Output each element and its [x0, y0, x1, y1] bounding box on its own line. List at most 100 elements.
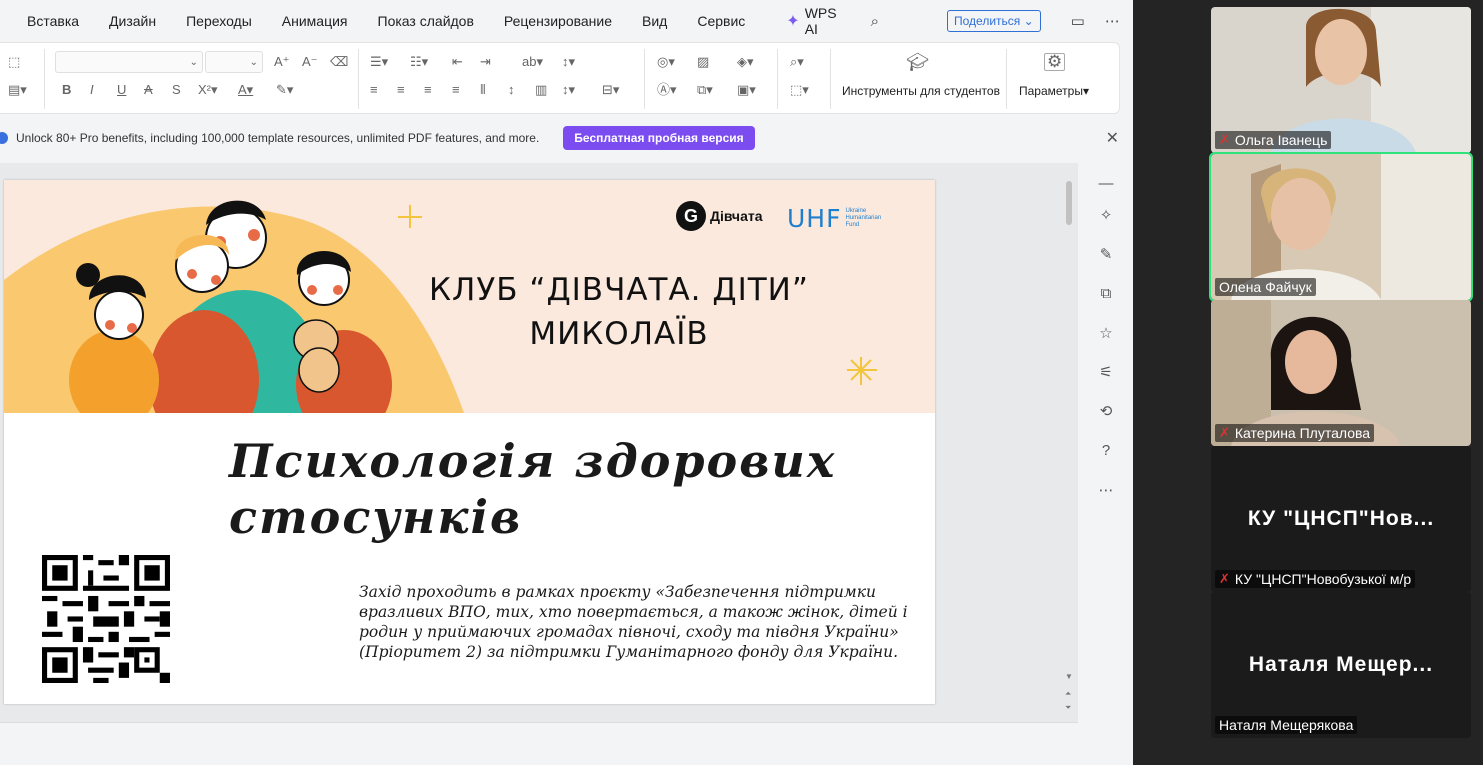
menu-view[interactable]: Вид	[627, 13, 682, 29]
font-family-dropdown[interactable]: ⌄	[55, 51, 203, 73]
help-icon[interactable]: ?	[1096, 442, 1116, 462]
decrease-indent-icon[interactable]: ⇤	[452, 55, 463, 69]
picture-icon[interactable]: ▨	[697, 55, 709, 69]
bold-icon[interactable]: B	[62, 83, 71, 97]
shapes-icon[interactable]: ◎▾	[657, 55, 675, 69]
outline-icon[interactable]: ▣▾	[737, 83, 756, 97]
clear-format-icon[interactable]: ⌫	[330, 55, 348, 69]
uhf-logo-subtitle: Ukraine Humanitarian Fund	[845, 208, 881, 229]
close-icon[interactable]: ✕	[1106, 128, 1119, 148]
menu-review[interactable]: Рецензирование	[489, 13, 627, 29]
font-size-dropdown[interactable]: ⌄	[205, 51, 263, 73]
find-icon[interactable]: ⌕▾	[790, 55, 804, 69]
menu-transitions[interactable]: Переходы	[171, 13, 267, 29]
main-title: Психологія здорових стосунків	[229, 433, 836, 545]
uhf-sub-2: Humanitarian	[845, 215, 882, 221]
distribute-icon[interactable]: ⦀	[480, 83, 486, 97]
participant-nameplate: ✗ Ольга Іванець	[1215, 131, 1332, 149]
superscript-icon[interactable]: X²▾	[198, 83, 218, 97]
more-icon[interactable]: ⋯	[1096, 481, 1116, 501]
line-spacing-icon[interactable]: ↕	[508, 83, 515, 97]
text-direction-icon[interactable]: ab▾	[522, 55, 543, 69]
uhf-logo: UHF Ukraine Humanitarian Fund	[787, 204, 881, 233]
columns-icon[interactable]: ▥	[535, 83, 547, 97]
club-title-line1: КЛУБ “ДІВЧАТА. ДІТИ”	[429, 272, 809, 308]
increase-font-icon[interactable]: A⁺	[274, 55, 290, 69]
mic-muted-icon: ✗	[1219, 425, 1230, 440]
bullet-list-icon[interactable]: ☰▾	[370, 55, 388, 69]
participant-name: Катерина Плуталова	[1234, 425, 1371, 441]
vertical-scrollbar[interactable]: ▼ ⏶ ⏷	[1063, 163, 1075, 723]
project-description: Захід проходить в рамках проєкту «Забезп…	[359, 583, 908, 661]
participant-nameplate: ✗ Катерина Плуталова	[1215, 424, 1375, 442]
search-icon[interactable]: ⌕	[871, 13, 879, 30]
promo-bar: Unlock 80+ Pro benefits, including 100,0…	[0, 121, 1133, 155]
students-tools-button[interactable]: Инструменты для студентов	[842, 84, 1000, 98]
star-icon[interactable]: ☆	[1096, 324, 1116, 344]
menu-animation[interactable]: Анимация	[267, 13, 363, 29]
scroll-down-icon[interactable]: ▼	[1065, 672, 1073, 681]
sort-icon[interactable]: ↕▾	[562, 55, 575, 69]
align-center-icon[interactable]: ≡	[397, 83, 405, 97]
numbered-list-icon[interactable]: ☷▾	[410, 55, 428, 69]
select-icon[interactable]: ⬚▾	[790, 83, 809, 97]
free-trial-button[interactable]: Бесплатная пробная версия	[563, 126, 755, 150]
club-title: КЛУБ “ДІВЧАТА. ДІТИ” МИКОЛАЇВ	[384, 268, 854, 356]
text-box-icon[interactable]: Ⓐ▾	[657, 83, 677, 97]
participant-tile-active-speaker[interactable]: Олена Файчук	[1209, 152, 1473, 302]
participant-tile-no-video[interactable]: КУ "ЦНСП"Нов... ✗ КУ "ЦНСП"Новобузької м…	[1211, 446, 1471, 592]
arrange-icon[interactable]: ⧉▾	[697, 83, 713, 97]
scroll-thumb[interactable]	[1066, 181, 1072, 225]
magic-wand-icon[interactable]: ✧	[1096, 206, 1116, 226]
participant-name: Наталя Мещерякова	[1219, 717, 1354, 733]
mic-muted-icon: ✗	[1219, 132, 1230, 147]
increase-indent-icon[interactable]: ⇥	[480, 55, 491, 69]
participant-placeholder-name: КУ "ЦНСП"Нов...	[1247, 507, 1435, 530]
menu-insert[interactable]: Вставка	[0, 13, 94, 29]
menu-slideshow[interactable]: Показ слайдов	[363, 13, 489, 29]
font-color-icon[interactable]: A▾	[238, 83, 253, 97]
share-button[interactable]: Поделиться ⌄	[947, 10, 1041, 32]
ribbon-divider	[777, 49, 778, 109]
underline-icon[interactable]: U	[117, 83, 126, 97]
shadow-icon[interactable]: S	[172, 83, 181, 97]
sparkle-icon: ✦	[786, 13, 800, 30]
fill-icon[interactable]: ◈▾	[737, 55, 754, 69]
participant-tile[interactable]: ✗ Катерина Плуталова	[1211, 300, 1471, 446]
slide[interactable]: G Дівчата UHF Ukraine Humanitarian Fund …	[4, 180, 935, 704]
italic-icon[interactable]: I	[90, 83, 94, 97]
minimize-pane-icon[interactable]: —	[1096, 175, 1116, 195]
text-box-align-icon[interactable]: ⊟▾	[602, 83, 619, 97]
comment-icon[interactable]: ▭	[1071, 12, 1085, 30]
prev-slide-icon[interactable]: ⏶	[1065, 689, 1071, 699]
paragraph-spacing-icon[interactable]: ↕▾	[562, 83, 575, 97]
participant-name: Ольга Іванець	[1234, 132, 1328, 148]
menu-tools[interactable]: Сервис	[682, 13, 760, 29]
promo-text: Unlock 80+ Pro benefits, including 100,0…	[16, 131, 540, 145]
participant-tile[interactable]: ✗ Ольга Іванець	[1211, 7, 1471, 153]
transition-icon[interactable]: ⧉	[1096, 285, 1116, 305]
next-slide-icon[interactable]: ⏷	[1065, 703, 1071, 713]
wps-ai-label: WPS AI	[804, 5, 837, 37]
wps-ai-button[interactable]: ✦ WPS AI	[768, 5, 850, 37]
history-icon[interactable]: ⟲	[1096, 402, 1116, 422]
participant-tile-no-video[interactable]: Наталя Мещер... Наталя Мещерякова	[1211, 592, 1471, 738]
paste-format-icon[interactable]: ▤▾	[8, 83, 27, 97]
justify-icon[interactable]: ≡	[452, 83, 460, 97]
main-title-line1: Психологія здорових	[229, 434, 837, 488]
design-icon[interactable]: ✎	[1096, 245, 1116, 265]
properties-icon[interactable]: ⚟	[1096, 363, 1116, 383]
decrease-font-icon[interactable]: A⁻	[302, 55, 318, 69]
strikethrough-icon[interactable]: A	[144, 83, 153, 97]
more-icon[interactable]: ⋯	[1105, 12, 1120, 30]
qr-code	[42, 555, 170, 683]
participant-placeholder-name: Наталя Мещер...	[1248, 653, 1434, 676]
notes-area[interactable]	[0, 722, 1078, 755]
select-pane-icon[interactable]: ⬚	[8, 55, 20, 69]
align-left-icon[interactable]: ≡	[370, 83, 378, 97]
highlight-icon[interactable]: ✎▾	[276, 83, 293, 97]
align-right-icon[interactable]: ≡	[424, 83, 432, 97]
parameters-button[interactable]: Параметры▾	[1019, 84, 1089, 98]
menu-design[interactable]: Дизайн	[94, 13, 171, 29]
wps-presentation-window: Вставка Дизайн Переходы Анимация Показ с…	[0, 0, 1133, 765]
